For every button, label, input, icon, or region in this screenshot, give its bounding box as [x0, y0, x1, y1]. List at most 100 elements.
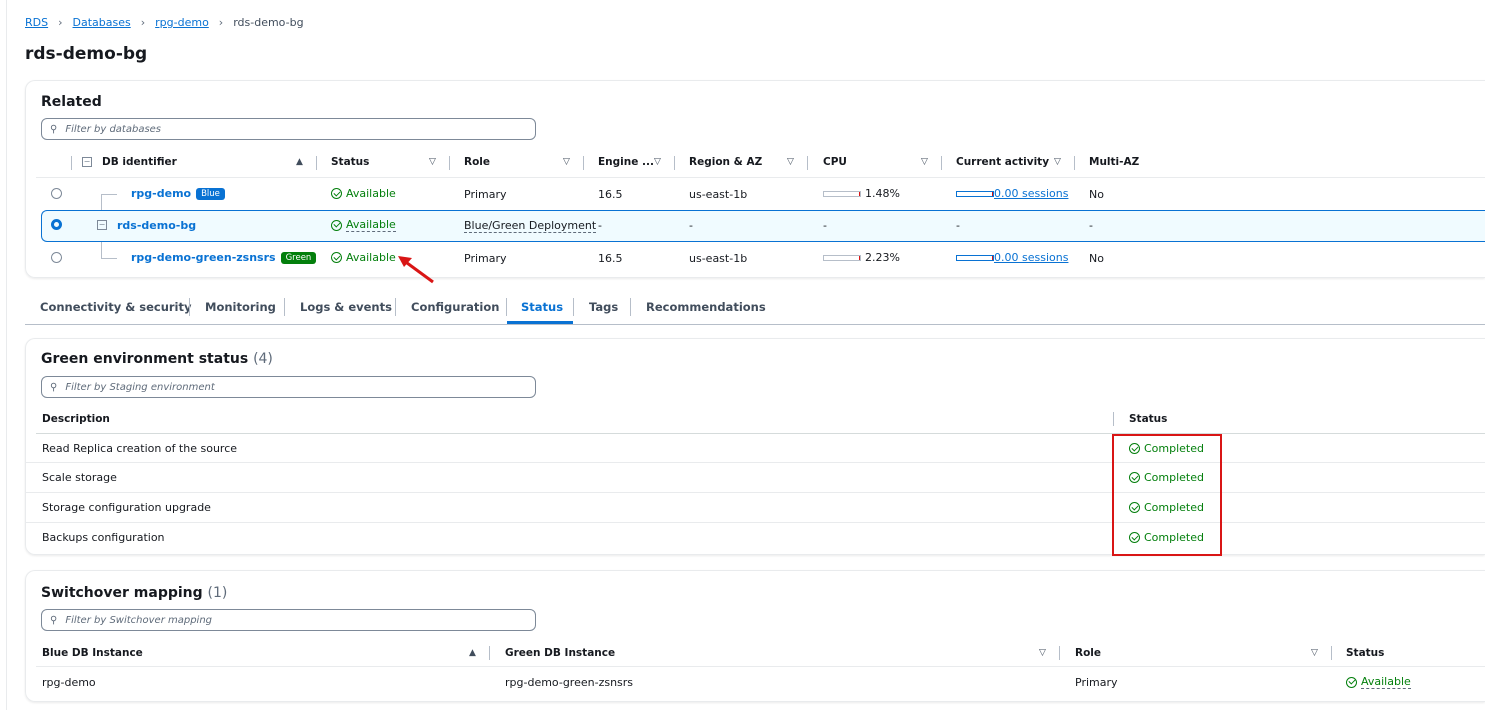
- row-radio[interactable]: [51, 252, 62, 263]
- table-row: Storage configuration upgrade Completed: [26, 493, 1485, 523]
- search-icon: ⚲: [50, 614, 58, 626]
- sessions-bar: [956, 255, 994, 261]
- filter-icon[interactable]: ▽: [429, 157, 436, 167]
- green-status-panel: Green environment status (4) ⚲ Filter by …: [25, 338, 1485, 555]
- left-divider: [6, 0, 7, 710]
- chevron-right-icon: ›: [218, 16, 224, 29]
- collapse-all-icon[interactable]: −: [82, 157, 92, 167]
- search-icon: ⚲: [50, 381, 58, 393]
- tab-recommendations[interactable]: Recommendations: [646, 300, 766, 314]
- cpu-bar: [823, 191, 861, 197]
- col-cpu[interactable]: CPU: [823, 156, 847, 168]
- description: Read Replica creation of the source: [42, 442, 238, 455]
- tab-tags[interactable]: Tags: [589, 300, 618, 314]
- cpu-value: -: [823, 219, 827, 232]
- cpu-value: 2.23%: [865, 251, 900, 264]
- breadcrumb-rpg-demo[interactable]: rpg-demo: [155, 16, 209, 29]
- region: us-east-1b: [689, 252, 748, 265]
- green-db: rpg-demo-green-zsnsrs: [505, 676, 634, 689]
- multi-az: No: [1089, 188, 1104, 201]
- activity: -: [956, 219, 960, 232]
- filter-icon[interactable]: ▽: [563, 157, 570, 167]
- page-title: rds-demo-bg: [25, 44, 148, 64]
- related-table: − DB identifier ▲ Status ▽ Role ▽ Engine…: [26, 149, 1485, 277]
- sort-asc-icon[interactable]: ▲: [296, 157, 303, 167]
- detail-tabs: Connectivity & security Monitoring Logs …: [25, 294, 1485, 325]
- table-row[interactable]: rpg-demo Blue Available Primary 16.5 us-e…: [26, 178, 1485, 210]
- col-green-db[interactable]: Green DB Instance: [505, 647, 615, 659]
- switchover-filter-input[interactable]: ⚲ Filter by Switchover mapping: [41, 609, 536, 631]
- col-engine[interactable]: Engine ...: [598, 156, 654, 168]
- col-multi-az[interactable]: Multi-AZ: [1089, 156, 1139, 168]
- check-circle-icon: [331, 252, 342, 263]
- col-db-identifier[interactable]: DB identifier: [102, 156, 177, 168]
- filter-icon[interactable]: ▽: [787, 157, 794, 167]
- row-radio[interactable]: [51, 188, 62, 199]
- col-region[interactable]: Region & AZ: [689, 156, 762, 168]
- collapse-icon[interactable]: −: [97, 220, 107, 230]
- table-row: rpg-demo rpg-demo-green-zsnsrs Primary A…: [26, 667, 1485, 697]
- db-link[interactable]: rpg-demo: [131, 187, 191, 200]
- tab-status[interactable]: Status: [521, 300, 563, 314]
- col-blue-db[interactable]: Blue DB Instance: [42, 647, 143, 659]
- chevron-right-icon: ›: [58, 16, 63, 29]
- active-tab-indicator: [507, 321, 573, 324]
- col-role[interactable]: Role: [1075, 647, 1101, 659]
- role: Primary: [1075, 676, 1118, 689]
- switchover-title: Switchover mapping (1): [41, 585, 228, 601]
- col-description[interactable]: Description: [42, 413, 110, 425]
- db-link[interactable]: rds-demo-bg: [117, 219, 196, 232]
- annotation-highlight-box: [1112, 434, 1222, 556]
- description: Backups configuration: [42, 531, 165, 544]
- switchover-panel: Switchover mapping (1) ⚲ Filter by Switch…: [25, 570, 1485, 702]
- engine: 16.5: [598, 252, 623, 265]
- col-current-activity[interactable]: Current activity: [956, 156, 1049, 168]
- check-circle-icon: [1346, 676, 1357, 688]
- table-row: Backups configuration Completed: [26, 523, 1485, 553]
- region: us-east-1b: [689, 188, 748, 201]
- multi-az: No: [1089, 252, 1104, 265]
- sessions-link[interactable]: 0.00 sessions: [994, 187, 1068, 200]
- table-row: Scale storage Completed: [26, 463, 1485, 493]
- chevron-right-icon: ›: [140, 16, 146, 29]
- breadcrumb-databases[interactable]: Databases: [73, 16, 131, 29]
- db-link[interactable]: rpg-demo-green-zsnsrs: [131, 251, 276, 264]
- filter-icon[interactable]: ▽: [654, 157, 661, 167]
- table-row[interactable]: rpg-demo-green-zsnsrs Green Available Pri…: [26, 242, 1485, 274]
- related-title: Related: [41, 94, 102, 110]
- engine: -: [598, 219, 602, 232]
- filter-icon[interactable]: ▽: [921, 157, 928, 167]
- check-circle-icon: [331, 219, 342, 231]
- role: Primary: [464, 188, 507, 201]
- tab-monitoring[interactable]: Monitoring: [205, 300, 276, 314]
- cpu-bar: [823, 255, 861, 261]
- breadcrumb-current: rds-demo-bg: [233, 16, 304, 29]
- table-row-selected[interactable]: − rds-demo-bg Available Blue/Green Deplo…: [41, 210, 1485, 242]
- status-text: Available: [1361, 675, 1411, 689]
- sessions-link[interactable]: 0.00 sessions: [994, 251, 1068, 264]
- breadcrumb-rds[interactable]: RDS: [25, 16, 48, 29]
- tab-configuration[interactable]: Configuration: [411, 300, 499, 314]
- region: -: [689, 219, 693, 232]
- related-filter-input[interactable]: ⚲ Filter by databases: [41, 118, 536, 140]
- filter-icon[interactable]: ▽: [1311, 648, 1318, 658]
- status-text: Available: [346, 251, 396, 264]
- col-status[interactable]: Status: [331, 156, 369, 168]
- cpu-value: 1.48%: [865, 187, 900, 200]
- tab-connectivity-security[interactable]: Connectivity & security: [40, 300, 192, 314]
- status-text: Available: [346, 187, 396, 200]
- col-status[interactable]: Status: [1129, 413, 1167, 425]
- filter-icon[interactable]: ▽: [1054, 157, 1061, 167]
- tab-logs-events[interactable]: Logs & events: [300, 300, 392, 314]
- engine: 16.5: [598, 188, 623, 201]
- role: Primary: [464, 252, 507, 265]
- row-radio-selected[interactable]: [51, 219, 62, 230]
- col-status[interactable]: Status: [1346, 647, 1384, 659]
- green-status-title: Green environment status (4): [41, 351, 273, 367]
- search-icon: ⚲: [50, 123, 58, 135]
- col-role[interactable]: Role: [464, 156, 490, 168]
- sort-asc-icon[interactable]: ▲: [469, 648, 476, 658]
- filter-icon[interactable]: ▽: [1039, 648, 1046, 658]
- green-status-filter-input[interactable]: ⚲ Filter by Staging environment: [41, 376, 536, 398]
- breadcrumb: RDS › Databases › rpg-demo › rds-demo-bg: [25, 16, 304, 29]
